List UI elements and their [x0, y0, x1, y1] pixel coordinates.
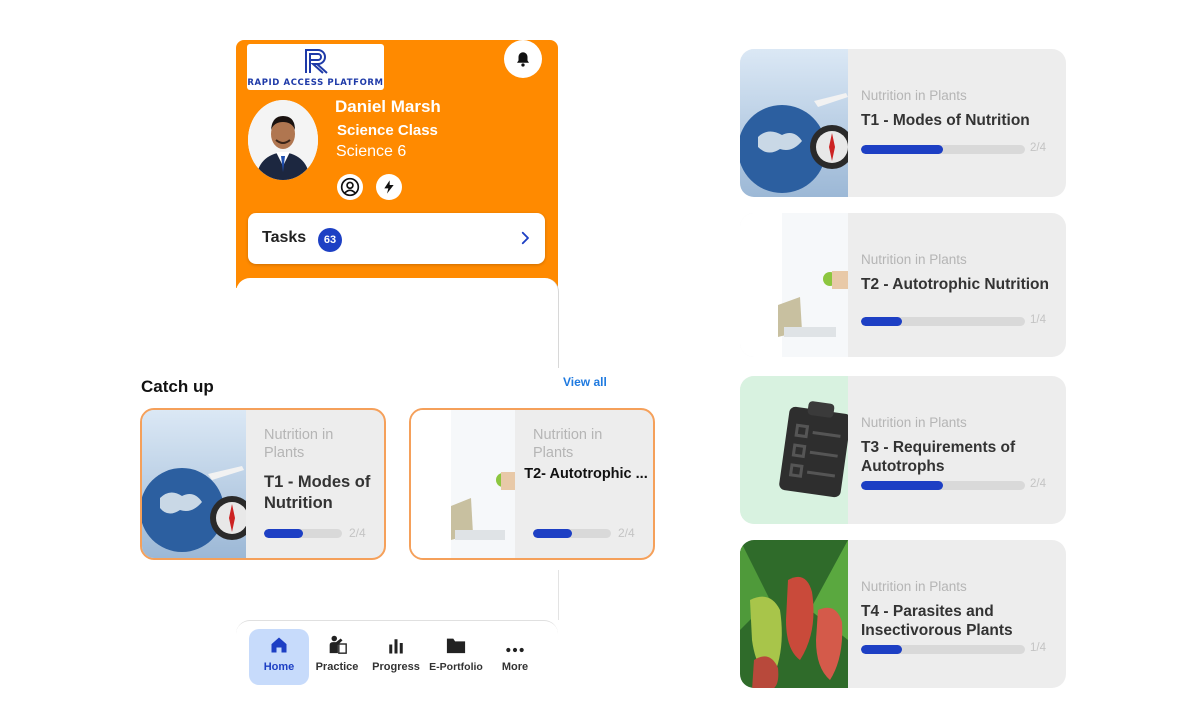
bell-icon: [517, 52, 529, 67]
bottom-nav: Home Practice Progress E-Portfolio More: [236, 620, 558, 701]
progress-count: 2/4: [618, 526, 635, 540]
lesson-thumbnail: [740, 376, 848, 524]
progress-bar: [533, 529, 611, 538]
class-name: Science Class: [337, 122, 438, 139]
nav-label: Practice: [315, 661, 359, 673]
lesson-card[interactable]: Nutrition in Plants T4 - Parasites and I…: [740, 540, 1066, 688]
quick-action-button[interactable]: [376, 174, 402, 200]
lesson-thumbnail: [740, 213, 848, 357]
profile-name: Daniel Marsh: [335, 97, 441, 116]
app-logo: RAPID ACCESS PLATFORM: [247, 44, 384, 90]
lesson-subject: Nutrition in Plants: [861, 252, 967, 267]
view-all-link[interactable]: View all: [563, 375, 607, 389]
lesson-title: T4 - Parasites and Insectivorous Plants: [861, 603, 1013, 639]
lesson-title: T2 - Autotrophic Nutrition: [861, 276, 1049, 293]
progress-fill: [861, 317, 902, 326]
progress-fill: [861, 481, 943, 490]
lesson-title: T1 - Modes of Nutrition: [861, 112, 1030, 129]
pitcher-plant-image: [740, 540, 848, 688]
nav-more[interactable]: More: [485, 629, 545, 685]
lesson-title: T3 - Requirements of Autotrophs: [861, 439, 1016, 475]
globe-compass-image: [740, 49, 848, 197]
nav-label: Progress: [372, 661, 420, 673]
tasks-count-badge: 63: [318, 228, 342, 252]
profile-header: RAPID ACCESS PLATFORM Daniel Marsh Scien…: [236, 40, 558, 288]
nav-home[interactable]: Home: [249, 629, 309, 685]
rap-logo-mark: [300, 47, 332, 75]
nav-label: E-Portfolio: [429, 661, 483, 673]
progress-bar: [861, 145, 1025, 154]
practice-icon: [329, 635, 347, 654]
lesson-subject: Nutrition in Plants: [861, 415, 967, 430]
laptop-apple-image: [411, 410, 515, 558]
lightning-icon: [384, 180, 394, 194]
card-title: T1 - Modes of Nutrition: [264, 473, 371, 512]
lesson-thumbnail: [411, 410, 515, 558]
progress-count: 2/4: [349, 526, 366, 540]
lesson-card[interactable]: Nutrition in Plants T3 - Requirements of…: [740, 376, 1066, 524]
content-sheet: [236, 278, 559, 368]
progress-bar: [861, 481, 1025, 490]
nav-label: More: [501, 661, 529, 673]
progress-fill: [264, 529, 303, 538]
card-subject: Nutrition in Plants: [264, 427, 334, 461]
progress-bar: [264, 529, 342, 538]
catch-up-card[interactable]: Nutrition in Plants T1 - Modes of Nutrit…: [140, 408, 386, 560]
lesson-card[interactable]: Nutrition in Plants T2 - Autotrophic Nut…: [740, 213, 1066, 357]
laptop-apple-image: [740, 213, 848, 357]
logo-text: RAPID ACCESS PLATFORM: [247, 78, 384, 88]
progress-bar: [861, 645, 1025, 654]
catch-up-title: Catch up: [141, 377, 214, 396]
subject-name: Science 6: [336, 143, 407, 160]
nav-e-portfolio[interactable]: E-Portfolio: [426, 629, 486, 685]
lesson-subject: Nutrition in Plants: [861, 579, 967, 594]
card-title: T2- Autotrophic ...: [524, 466, 648, 482]
lesson-thumbnail: [740, 540, 848, 688]
progress-fill: [861, 145, 943, 154]
globe-compass-image: [142, 410, 246, 558]
profile-icon-button[interactable]: [337, 174, 363, 200]
progress-bar: [861, 317, 1025, 326]
lesson-card[interactable]: Nutrition in Plants T1 - Modes of Nutrit…: [740, 49, 1066, 197]
progress-count: 2/4: [1030, 478, 1046, 490]
catch-up-card[interactable]: Nutrition in Plants T2- Autotrophic ... …: [409, 408, 655, 560]
avatar-portrait: [248, 100, 318, 180]
bar-chart-icon: [389, 639, 403, 654]
lesson-thumbnail: [740, 49, 848, 197]
notification-button[interactable]: [504, 40, 542, 78]
lesson-thumbnail: [142, 410, 246, 558]
tasks-label: Tasks: [262, 229, 307, 246]
nav-label: Home: [263, 661, 295, 673]
tasks-card[interactable]: Tasks 63: [248, 213, 545, 264]
card-subject: Nutrition in Plants: [533, 427, 603, 461]
clipboard-image: [740, 376, 848, 524]
home-icon: [271, 637, 287, 653]
progress-count: 1/4: [1030, 642, 1046, 654]
progress-count: 2/4: [1030, 142, 1046, 154]
nav-progress[interactable]: Progress: [366, 629, 426, 685]
progress-fill: [533, 529, 572, 538]
more-dots-icon: [506, 647, 524, 653]
progress-fill: [861, 645, 902, 654]
chevron-right-icon: [521, 231, 529, 245]
content-sheet-bottom: [236, 570, 559, 620]
nav-practice[interactable]: Practice: [307, 629, 367, 685]
lesson-subject: Nutrition in Plants: [861, 88, 967, 103]
progress-count: 1/4: [1030, 314, 1046, 326]
user-circle-icon: [340, 177, 360, 197]
avatar[interactable]: [248, 100, 318, 180]
folder-icon: [446, 638, 466, 654]
